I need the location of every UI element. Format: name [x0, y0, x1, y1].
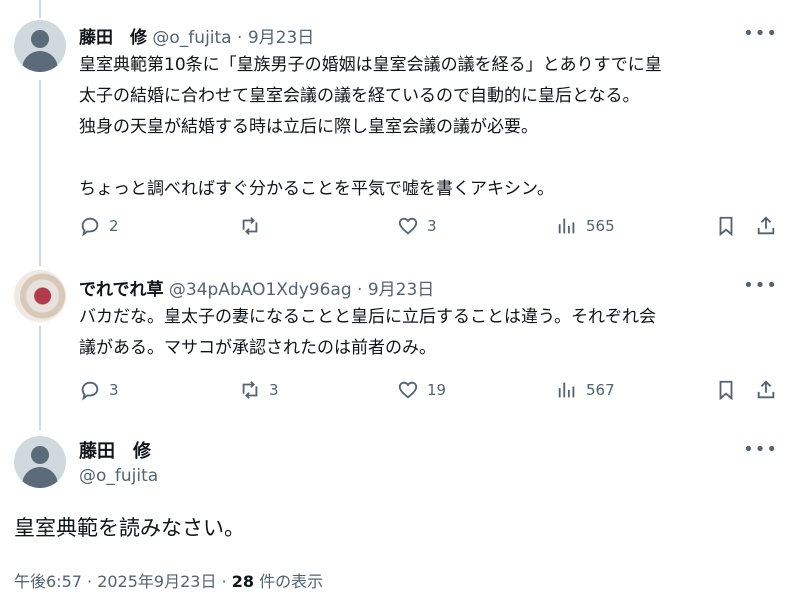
retweet-count: 3	[269, 381, 279, 399]
share-button[interactable]	[755, 376, 777, 404]
like-button[interactable]: 3	[397, 212, 437, 240]
views-button[interactable]: 567	[556, 376, 615, 404]
share-icon	[757, 380, 775, 399]
heart-icon	[398, 381, 418, 399]
tweet-text: バカだな。皇太子の妻になることと皇后に立后することは違う。それぞれ会 議がある。マ…	[79, 302, 656, 364]
separator: ·	[357, 280, 363, 300]
bookmark-icon	[719, 380, 733, 401]
more-options-icon[interactable]: •••	[743, 277, 778, 295]
tweet-actions: 2 3 565	[79, 212, 778, 240]
retweet-icon	[242, 217, 258, 235]
tweet-header: 藤田 修 @o_fujita · 9月23日	[79, 23, 314, 48]
tweet-line: バカだな。皇太子の妻になることと皇后に立后することは違う。それぞれ会	[79, 307, 656, 327]
view-count: 28	[231, 572, 254, 591]
tweet-line: 議がある。マサコが承認されたのは前者のみ。	[79, 338, 436, 358]
tweet-text: 皇室典範第10条に「皇族男子の婚姻は皇室会議の議を経る」とありすでに皇 太子の結婚…	[79, 50, 662, 205]
like-count: 19	[427, 381, 447, 399]
tweet-actions: 3 3 19 567	[79, 376, 778, 404]
share-icon	[757, 216, 775, 235]
reply-count: 2	[109, 217, 119, 235]
like-count: 3	[427, 217, 437, 235]
reply-icon	[81, 381, 99, 401]
bookmark-button[interactable]	[715, 212, 737, 240]
thread-line-2	[39, 326, 41, 430]
tweet-line: 皇室典範第10条に「皇族男子の婚姻は皇室会議の議を経る」とありすでに皇	[79, 55, 662, 75]
analytics-icon	[558, 218, 575, 234]
bookmark-icon	[719, 216, 733, 237]
author-handle[interactable]: @34pAbAO1Xdy96ag	[169, 280, 352, 300]
author-handle[interactable]: @o_fujita	[79, 466, 158, 486]
avatar[interactable]	[14, 436, 66, 488]
retweet-button[interactable]	[239, 212, 269, 240]
author-name[interactable]: でれでれ草	[79, 280, 164, 300]
reply-button[interactable]: 2	[79, 212, 119, 240]
tweet-line: 独身の天皇が結婚する時は立后に際し皇室会議の議が必要。	[79, 117, 538, 137]
views-button[interactable]: 565	[556, 212, 615, 240]
author-handle[interactable]: @o_fujita	[152, 28, 231, 48]
separator: ·	[237, 28, 243, 48]
tweet-date[interactable]: 9月23日	[248, 28, 314, 48]
tweet-date[interactable]: 9月23日	[368, 280, 434, 300]
avatar[interactable]	[14, 270, 66, 322]
reply-button[interactable]: 3	[79, 376, 119, 404]
author-name[interactable]: 藤田 修	[79, 28, 147, 48]
more-options-icon[interactable]: •••	[743, 441, 778, 459]
views-label: 件の表示	[253, 572, 324, 591]
avatar[interactable]	[14, 20, 66, 72]
tweet-header: でれでれ草 @34pAbAO1Xdy96ag · 9月23日	[79, 275, 434, 300]
retweet-icon	[242, 381, 258, 399]
author-name[interactable]: 藤田 修	[79, 437, 151, 463]
tweet-line	[79, 143, 662, 174]
timestamp[interactable]: 午後6:57 · 2025年9月23日 ·	[14, 572, 232, 591]
reply-count: 3	[109, 381, 119, 399]
tweet-line: ちょっと調べればすぐ分かることを平気で嘘を書くアキシン。	[79, 179, 554, 199]
tweet-line: 太子の結婚に合わせて皇室会議の議を経ているので自動的に皇后となる。	[79, 86, 640, 106]
analytics-icon	[558, 382, 575, 398]
more-options-icon[interactable]: •••	[743, 25, 778, 43]
thread-line-top	[39, 0, 41, 18]
view-count: 567	[586, 381, 615, 399]
like-button[interactable]: 19	[397, 376, 446, 404]
retweet-button[interactable]: 3	[239, 376, 279, 404]
thread-line-1	[39, 80, 41, 266]
bookmark-button[interactable]	[715, 376, 737, 404]
tweet-text: 皇室典範を読みなさい。	[14, 516, 245, 540]
view-count: 565	[586, 217, 615, 235]
heart-icon	[398, 217, 418, 235]
share-button[interactable]	[755, 212, 777, 240]
tweet-meta: 午後6:57 · 2025年9月23日 · 28 件の表示	[14, 568, 323, 592]
reply-icon	[81, 217, 99, 237]
